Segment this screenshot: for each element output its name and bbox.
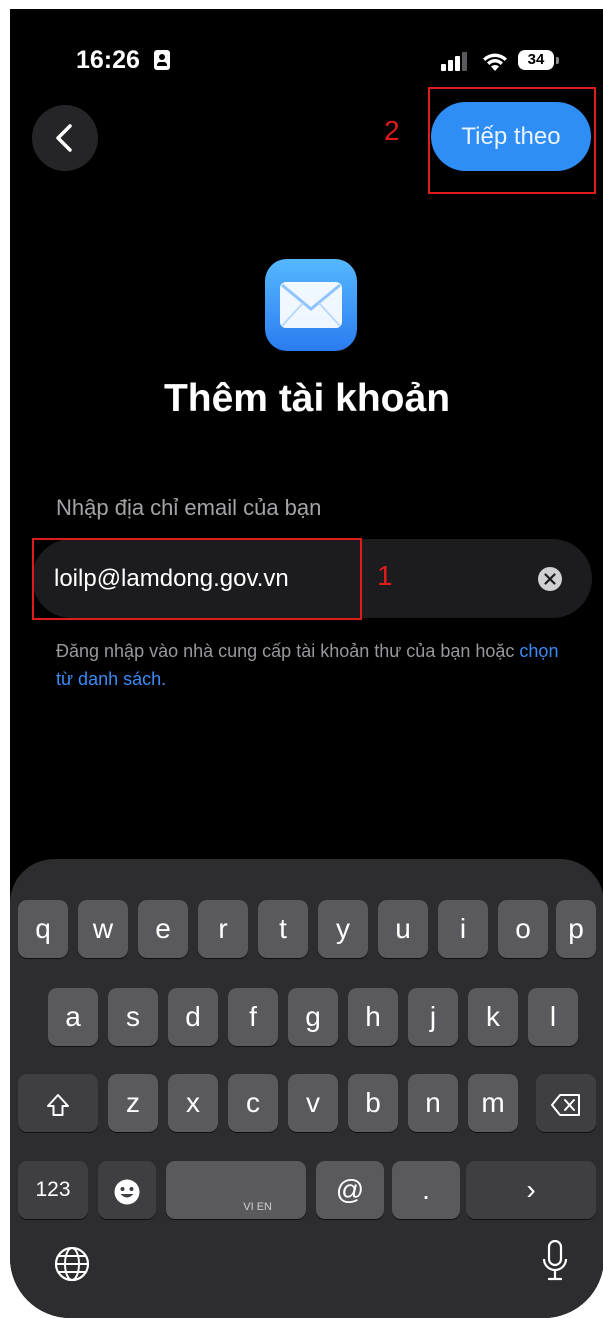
battery-icon: 34 [518,50,559,70]
key-d[interactable]: d [168,988,218,1046]
key-x[interactable]: x [168,1074,218,1132]
key-u[interactable]: u [378,900,428,958]
annotation-step-2: 2 [384,115,400,146]
phone-screen: 16:26 34 2 Tiếp theo Thêm tài khoản Nhập… [10,9,603,1318]
at-key[interactable]: @ [316,1161,384,1219]
emoji-icon [114,1179,140,1205]
numbers-key[interactable]: 123 [18,1161,88,1219]
key-c[interactable]: c [228,1074,278,1132]
annotation-step-1: 1 [377,560,393,591]
backspace-key[interactable] [536,1074,596,1132]
shift-key[interactable] [18,1074,98,1132]
space-language-label: VI EN [243,1201,272,1213]
shift-icon [47,1093,69,1116]
key-r[interactable]: r [198,900,248,958]
key-i[interactable]: i [438,900,488,958]
annotation-box-next [428,87,596,194]
key-o[interactable]: o [498,900,548,958]
key-e[interactable]: e [138,900,188,958]
key-t[interactable]: t [258,900,308,958]
microphone-icon[interactable] [542,1240,568,1282]
annotation-box-email [32,538,362,620]
key-n[interactable]: n [408,1074,458,1132]
key-f[interactable]: f [228,988,278,1046]
key-b[interactable]: b [348,1074,398,1132]
helper-text-body: Đăng nhập vào nhà cung cấp tài khoản thư… [56,641,515,661]
period-key[interactable]: . [392,1161,460,1219]
backspace-icon [551,1093,580,1116]
key-v[interactable]: v [288,1074,338,1132]
wifi-icon [483,53,507,71]
back-button[interactable] [32,105,98,171]
return-key[interactable]: › [466,1161,596,1219]
globe-icon[interactable] [54,1246,90,1282]
chevron-left-icon [56,124,72,152]
mail-app-icon [265,259,357,351]
key-l[interactable]: l [528,988,578,1046]
keyboard: q w e r t y u i o p a s d f g h j k l z … [10,859,603,1318]
key-s[interactable]: s [108,988,158,1046]
key-a[interactable]: a [48,988,98,1046]
key-j[interactable]: j [408,988,458,1046]
page-title: Thêm tài khoản [163,377,451,420]
status-time: 16:26 [76,46,140,74]
key-q[interactable]: q [18,900,68,958]
key-z[interactable]: z [108,1074,158,1132]
emoji-key[interactable] [98,1161,156,1219]
key-y[interactable]: y [318,900,368,958]
key-k[interactable]: k [468,988,518,1046]
key-g[interactable]: g [288,988,338,1046]
key-m[interactable]: m [468,1074,518,1132]
clear-icon[interactable] [538,567,562,591]
space-key[interactable]: VI EN [166,1161,306,1219]
key-h[interactable]: h [348,988,398,1046]
signal-icon [441,52,467,71]
helper-text: Đăng nhập vào nhà cung cấp tài khoản thư… [56,637,576,693]
contact-card-icon [154,50,170,70]
email-field-label: Nhập địa chỉ email của bạn [56,495,322,520]
key-w[interactable]: w [78,900,128,958]
key-p[interactable]: p [556,900,596,958]
